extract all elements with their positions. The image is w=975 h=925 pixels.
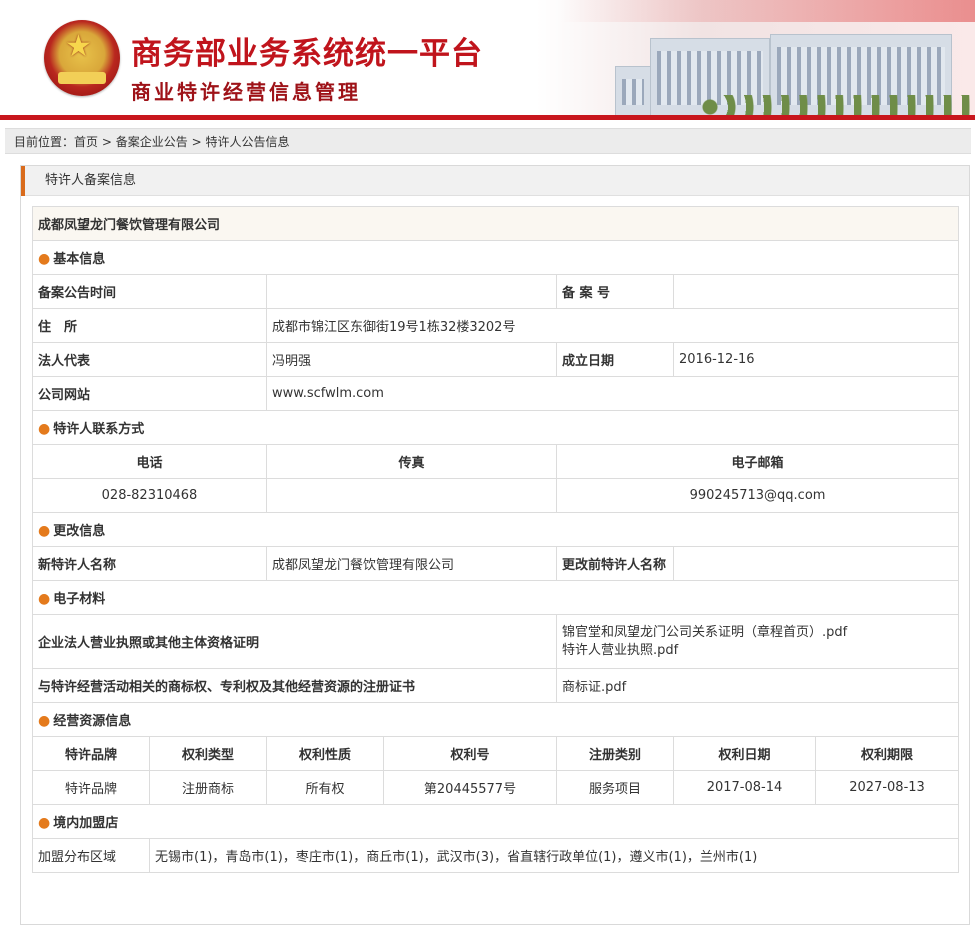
header-red-line <box>0 115 975 120</box>
panel-title: 特许人备案信息 <box>45 173 137 188</box>
address-label: 住 所 <box>32 308 267 343</box>
table-row: 企业法人营业执照或其他主体资格证明 锦官堂和凤望龙门公司关系证明（章程首页）.p… <box>32 614 960 669</box>
breadcrumb-prefix: 目前位置： <box>14 135 75 149</box>
bullet-icon: ● <box>38 815 51 831</box>
website-label: 公司网站 <box>32 376 267 411</box>
franchisor-info-table: 成都凤望龙门餐饮管理有限公司 ● 基本信息 备案公告时间 备 案 号 住 所 成都… <box>31 206 960 873</box>
record-no-value <box>672 274 960 309</box>
section-header: ● 基本信息 <box>31 240 960 275</box>
fax-value <box>266 478 557 513</box>
announce-time-label: 备案公告时间 <box>32 274 267 309</box>
table-header-row: 特许品牌 权利类型 权利性质 权利号 注册类别 权利日期 权利期限 <box>32 736 960 771</box>
founded-label: 成立日期 <box>556 342 674 377</box>
area-label: 加盟分布区域 <box>32 838 150 873</box>
company-name-row: 成都凤望龙门餐饮管理有限公司 <box>31 206 960 241</box>
legal-rep-label: 法人代表 <box>32 342 267 377</box>
section-header: ● 电子材料 <box>31 580 960 615</box>
table-row: 028-82310468 990245713@qq.com <box>32 478 960 513</box>
section-header: ● 境内加盟店 <box>31 804 960 839</box>
resources-section-title: 经营资源信息 <box>53 714 132 729</box>
license-file-link[interactable]: 锦官堂和凤望龙门公司关系证明（章程首页）.pdf <box>562 624 953 642</box>
table-row: 备案公告时间 备 案 号 <box>32 274 960 309</box>
column-header: 权利日期 <box>673 736 816 771</box>
record-no-label: 备 案 号 <box>556 274 674 309</box>
table-cell: 所有权 <box>266 770 384 805</box>
table-cell: 服务项目 <box>556 770 674 805</box>
panel-accent-bar <box>21 166 25 196</box>
materials-section-title: 电子材料 <box>53 592 106 607</box>
header-banner: ★ 商务部业务系统统一平台 商业特许经营信息管理 <box>0 0 975 120</box>
new-name-value: 成都凤望龙门餐饮管理有限公司 <box>266 546 557 581</box>
website-value: www.scfwlm.com <box>265 376 960 411</box>
column-header: 权利期限 <box>814 736 960 771</box>
new-name-label: 新特许人名称 <box>32 546 267 581</box>
ip-certificate-label: 与特许经营活动相关的商标权、专利权及其他经营资源的注册证书 <box>32 668 557 703</box>
column-header: 权利类型 <box>149 736 267 771</box>
table-row: 电话 传真 电子邮箱 <box>32 444 960 479</box>
old-name-value <box>672 546 960 581</box>
breadcrumb-separator: > <box>191 135 202 149</box>
table-row: 法人代表 冯明强 成立日期 2016-12-16 <box>32 342 960 377</box>
section-header: ● 更改信息 <box>31 512 960 547</box>
breadcrumb-filing-link[interactable]: 备案企业公告 <box>116 135 188 149</box>
bullet-icon: ● <box>38 251 51 267</box>
old-name-label: 更改前特许人名称 <box>556 546 674 581</box>
bullet-icon: ● <box>38 591 51 607</box>
column-header: 特许品牌 <box>32 736 150 771</box>
table-cell: 第20445577号 <box>383 770 557 805</box>
license-label: 企业法人营业执照或其他主体资格证明 <box>32 614 557 669</box>
section-header: ● 经营资源信息 <box>31 702 960 737</box>
building-image <box>615 66 651 118</box>
banner-decoration <box>560 0 975 22</box>
contact-section-title: 特许人联系方式 <box>53 422 145 437</box>
bullet-icon: ● <box>38 421 51 437</box>
breadcrumb-separator: > <box>101 135 112 149</box>
panel-header: 特许人备案信息 <box>21 166 969 196</box>
founded-value: 2016-12-16 <box>672 342 960 377</box>
breadcrumb-home-link[interactable]: 首页 <box>74 135 98 149</box>
column-header: 注册类别 <box>556 736 674 771</box>
column-header: 权利性质 <box>266 736 384 771</box>
legal-rep-value: 冯明强 <box>266 342 557 377</box>
table-row: 公司网站 www.scfwlm.com <box>32 376 960 411</box>
table-row: 加盟分布区域 无锡市(1)，青岛市(1)，枣庄市(1)，商丘市(1)，武汉市(3… <box>32 838 960 873</box>
bullet-icon: ● <box>38 523 51 539</box>
franchise-section-title: 境内加盟店 <box>53 816 119 831</box>
table-cell: 注册商标 <box>149 770 267 805</box>
column-header: 权利号 <box>383 736 557 771</box>
platform-subtitle: 商业特许经营信息管理 <box>131 80 361 104</box>
email-label: 电子邮箱 <box>555 444 960 479</box>
address-value: 成都市锦江区东御街19号1栋32楼3202号 <box>265 308 960 343</box>
phone-label: 电话 <box>32 444 267 479</box>
platform-title: 商务部业务系统统一平台 <box>131 36 483 72</box>
company-name: 成都凤望龙门餐饮管理有限公司 <box>31 206 960 241</box>
table-cell: 2027-08-13 <box>814 770 960 805</box>
change-section-title: 更改信息 <box>53 524 106 539</box>
section-header: ● 特许人联系方式 <box>31 410 960 445</box>
announce-time-value <box>266 274 557 309</box>
table-cell: 2017-08-14 <box>673 770 816 805</box>
star-icon: ★ <box>65 29 92 64</box>
area-value: 无锡市(1)，青岛市(1)，枣庄市(1)，商丘市(1)，武汉市(3)，省直辖行政… <box>148 838 960 873</box>
table-row: 与特许经营活动相关的商标权、专利权及其他经营资源的注册证书 商标证.pdf <box>32 668 960 703</box>
table-row: 住 所 成都市锦江区东御街19号1栋32楼3202号 <box>32 308 960 343</box>
table-cell: 特许品牌 <box>32 770 150 805</box>
trees-image <box>700 95 975 117</box>
emblem-base <box>58 72 106 84</box>
breadcrumb-current: 特许人公告信息 <box>205 135 290 149</box>
license-file-link[interactable]: 特许人营业执照.pdf <box>562 642 953 660</box>
bullet-icon: ● <box>38 713 51 729</box>
ip-file-link[interactable]: 商标证.pdf <box>562 680 626 695</box>
phone-value: 028-82310468 <box>32 478 267 513</box>
email-value: 990245713@qq.com <box>555 478 960 513</box>
breadcrumb: 目前位置：首页 > 备案企业公告 > 特许人公告信息 <box>5 128 971 154</box>
table-row: 新特许人名称 成都凤望龙门餐饮管理有限公司 更改前特许人名称 <box>32 546 960 581</box>
fax-label: 传真 <box>266 444 557 479</box>
national-emblem-icon: ★ <box>44 20 120 96</box>
basic-section-title: 基本信息 <box>53 252 106 267</box>
table-row: 特许品牌 注册商标 所有权 第20445577号 服务项目 2017-08-14… <box>32 770 960 805</box>
